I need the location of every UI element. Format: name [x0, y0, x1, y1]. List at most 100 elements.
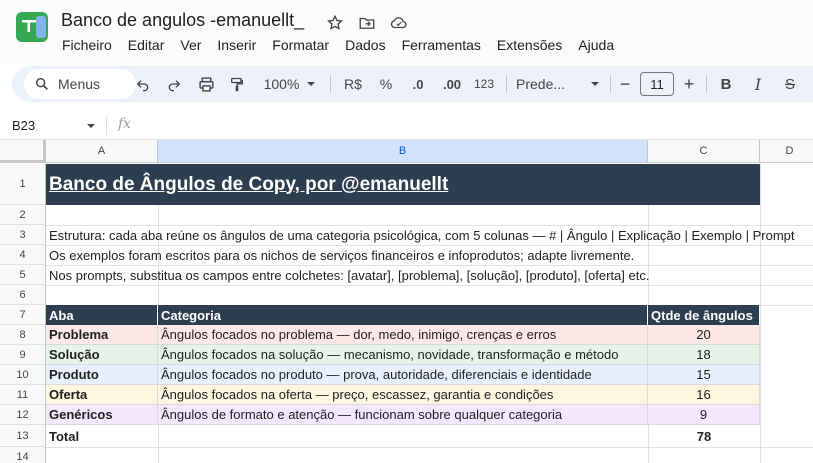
table-header-qtde[interactable]: Qtde de ângulos: [648, 305, 760, 325]
toolbar-divider: [706, 75, 707, 93]
zoom-value: 100%: [263, 76, 300, 92]
toolbar-divider: [330, 75, 331, 93]
menu-ver[interactable]: Ver: [172, 35, 209, 55]
bold-button[interactable]: B: [716, 66, 736, 102]
redo-icon: [168, 80, 181, 92]
menu-extensoes[interactable]: Extensões: [489, 35, 570, 55]
document-title[interactable]: Banco de angulos -emanuellt_: [61, 10, 304, 31]
row-header[interactable]: 10: [0, 365, 46, 385]
table-cell-qtde[interactable]: 15: [648, 365, 760, 385]
table-cell-qtde[interactable]: 18: [648, 345, 760, 365]
toolbar-divider: [506, 75, 507, 93]
total-label[interactable]: Total: [46, 425, 158, 447]
cloud-saved-icon[interactable]: [388, 12, 410, 34]
row-header[interactable]: 5: [0, 265, 46, 285]
row-header[interactable]: 8: [0, 325, 46, 345]
menu-editar[interactable]: Editar: [120, 35, 173, 55]
star-icon[interactable]: [324, 12, 346, 34]
increase-decimal-button[interactable]: .00: [438, 66, 466, 102]
chevron-down-icon: [307, 82, 316, 86]
table-cell-aba[interactable]: Solução: [46, 345, 158, 365]
gridline: [46, 447, 813, 448]
font-family-select[interactable]: Prede...: [516, 66, 600, 102]
title-bar: Banco de angulos -emanuellt_ Ficheiro Ed…: [0, 0, 813, 64]
table-cell-qtde[interactable]: 20: [648, 325, 760, 345]
table-cell-categoria[interactable]: Ângulos focados no problema — dor, medo,…: [158, 325, 648, 345]
chevron-down-icon: [591, 82, 599, 86]
menu-inserir[interactable]: Inserir: [209, 35, 264, 55]
column-header-c[interactable]: C: [648, 140, 760, 163]
total-value[interactable]: 78: [648, 425, 760, 447]
currency-format-button[interactable]: R$: [342, 66, 364, 102]
percent-format-button[interactable]: %: [375, 66, 397, 102]
row-header[interactable]: 2: [0, 205, 46, 225]
menu-formatar[interactable]: Formatar: [264, 35, 337, 55]
row-header[interactable]: 11: [0, 385, 46, 405]
row-header[interactable]: 3: [0, 225, 46, 245]
note-examples[interactable]: Os exemplos foram escritos para os nicho…: [46, 245, 637, 265]
column-header-a[interactable]: A: [46, 140, 158, 163]
table-header-aba[interactable]: Aba: [46, 305, 158, 325]
font-size-input[interactable]: 11: [640, 72, 674, 96]
table-header-categoria[interactable]: Categoria: [158, 305, 648, 325]
table-cell-categoria[interactable]: Ângulos de formato e atenção — funcionam…: [158, 405, 648, 425]
decrease-decimal-button[interactable]: .0: [405, 66, 431, 102]
column-header-b[interactable]: B: [158, 140, 648, 163]
table-cell-aba[interactable]: Oferta: [46, 385, 158, 405]
font-family-value: Prede...: [516, 76, 566, 92]
print-icon: [198, 76, 214, 92]
column-header-d[interactable]: D: [760, 140, 813, 163]
decrease-font-size-button[interactable]: −: [616, 66, 634, 102]
zoom-select[interactable]: 100%: [260, 66, 320, 102]
row-header[interactable]: 4: [0, 245, 46, 265]
table-cell-aba[interactable]: Genéricos: [46, 405, 158, 425]
fx-icon: fx: [118, 116, 132, 132]
row-header[interactable]: 13: [0, 425, 46, 447]
row-header[interactable]: 9: [0, 345, 46, 365]
paint-format-icon: [231, 77, 243, 91]
paint-format-button[interactable]: [226, 66, 248, 102]
chevron-down-icon[interactable]: [86, 121, 96, 131]
spreadsheet-grid: A B C D 1 2 3 4 5 6 7 8 9 10 11 12 13 14…: [0, 140, 813, 463]
search-menus-button[interactable]: Menus: [24, 69, 136, 99]
row-header[interactable]: 12: [0, 405, 46, 425]
menu-ficheiro[interactable]: Ficheiro: [54, 35, 120, 55]
note-structure[interactable]: Estrutura: cada aba reúne os ângulos de …: [46, 225, 798, 245]
search-icon: [35, 77, 48, 90]
table-cell-aba[interactable]: Produto: [46, 365, 158, 385]
menu-ferramentas[interactable]: Ferramentas: [394, 35, 489, 55]
banner-title: Banco de Ângulos de Copy, por @emanuellt: [49, 173, 449, 195]
move-folder-icon[interactable]: [356, 12, 378, 34]
row-header[interactable]: 7: [0, 305, 46, 325]
table-cell-categoria[interactable]: Ângulos focados na solução — mecanismo, …: [158, 345, 648, 365]
formula-bar: B23 fx: [0, 112, 813, 140]
formula-divider: [106, 117, 107, 135]
print-button[interactable]: [195, 66, 217, 102]
menu-ajuda[interactable]: Ajuda: [570, 35, 622, 55]
name-box[interactable]: B23: [12, 118, 35, 133]
sheets-logo-icon[interactable]: [16, 12, 48, 42]
increase-decimal-label: .00: [442, 76, 462, 92]
note-prompts[interactable]: Nos prompts, substitua os campos entre c…: [46, 265, 652, 285]
menu-dados[interactable]: Dados: [337, 35, 393, 55]
increase-font-size-button[interactable]: +: [680, 66, 698, 102]
toolbar-divider: [610, 75, 611, 93]
redo-button[interactable]: [163, 66, 185, 102]
italic-button[interactable]: I: [748, 66, 768, 102]
row-header[interactable]: 14: [0, 447, 46, 463]
table-cell-categoria[interactable]: Ângulos focados na oferta — preço, escas…: [158, 385, 648, 405]
number-format-button[interactable]: 123: [471, 66, 497, 102]
undo-button[interactable]: [132, 66, 154, 102]
table-cell-categoria[interactable]: Ângulos focados no produto — prova, auto…: [158, 365, 648, 385]
table-cell-qtde[interactable]: 16: [648, 385, 760, 405]
row-header[interactable]: 1: [0, 164, 46, 205]
menu-bar: Ficheiro Editar Ver Inserir Formatar Dad…: [54, 35, 622, 55]
row-header[interactable]: 6: [0, 285, 46, 305]
toolbar: Menus 100% R$ % .0 .00 123 Prede... − 11…: [12, 66, 813, 102]
table-cell-aba[interactable]: Problema: [46, 325, 158, 345]
select-all-corner[interactable]: [0, 140, 46, 163]
table-cell-qtde[interactable]: 9: [648, 405, 760, 425]
search-menus-label: Menus: [58, 76, 101, 92]
strikethrough-button[interactable]: S: [780, 66, 800, 102]
decrease-decimal-label: .0: [412, 76, 424, 92]
